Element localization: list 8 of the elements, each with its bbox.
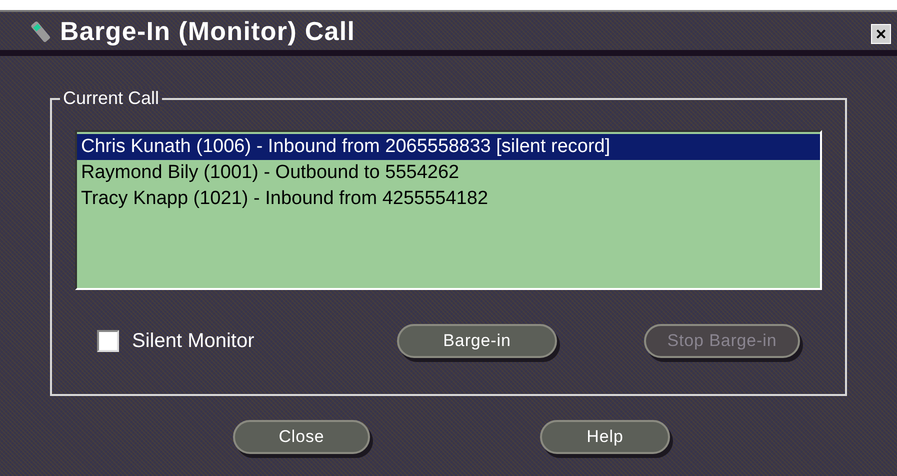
window-title: Barge-In (Monitor) Call <box>60 14 356 48</box>
call-list-item[interactable]: Raymond Bily (1001) - Outbound to 5554262 <box>77 160 820 186</box>
checkbox-label: Silent Monitor <box>132 329 254 354</box>
checkbox[interactable] <box>97 330 119 352</box>
call-list-item[interactable]: Tracy Knapp (1021) - Inbound from 4255554182 <box>77 186 820 212</box>
group-title: Current Call <box>60 87 162 109</box>
close-button[interactable]: × <box>871 24 891 44</box>
call-list-item[interactable]: Chris Kunath (1006) - Inbound from 2065558833 [silent record] <box>77 134 820 160</box>
